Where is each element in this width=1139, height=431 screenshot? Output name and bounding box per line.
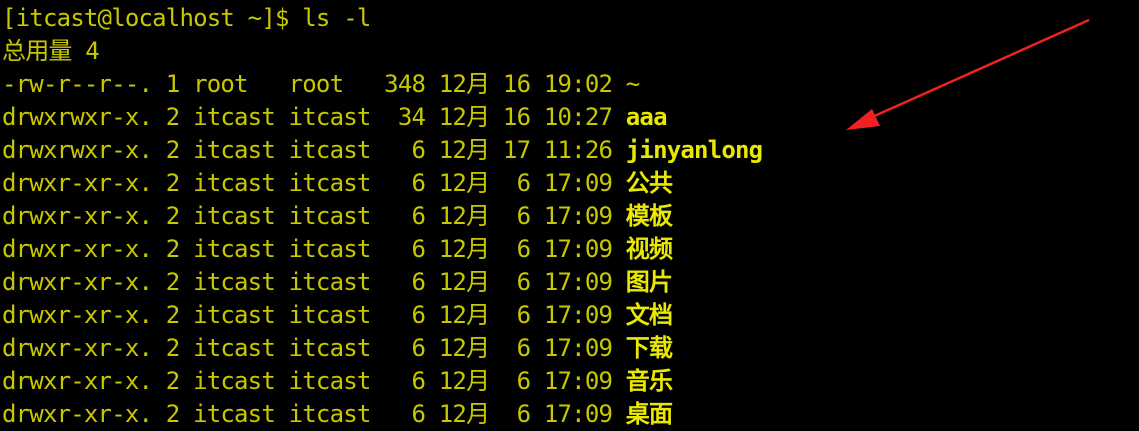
prompt-line: [itcast@localhost ~]$ ls -l	[2, 4, 371, 32]
arrow-shaft	[869, 18, 1090, 120]
row-metadata: -rw-r--r--. 1 root root 348 12月 16 19:02	[2, 70, 626, 98]
listing-row: drwxr-xr-x. 2 itcast itcast 6 12月 6 17:0…	[2, 167, 673, 200]
row-metadata: drwxr-xr-x. 2 itcast itcast 6 12月 6 17:0…	[2, 235, 626, 263]
terminal-window[interactable]: [itcast@localhost ~]$ ls -l 总用量 4 -rw-r-…	[0, 0, 1139, 431]
listing-row: drwxr-xr-x. 2 itcast itcast 6 12月 6 17:0…	[2, 299, 673, 332]
file-name: 模板	[625, 202, 673, 230]
row-metadata: drwxr-xr-x. 2 itcast itcast 6 12月 6 17:0…	[2, 301, 626, 329]
arrow-head	[846, 109, 880, 130]
row-metadata: drwxr-xr-x. 2 itcast itcast 6 12月 6 17:0…	[2, 202, 626, 230]
listing-row: drwxr-xr-x. 2 itcast itcast 6 12月 6 17:0…	[2, 332, 673, 365]
row-metadata: drwxr-xr-x. 2 itcast itcast 6 12月 6 17:0…	[2, 400, 626, 428]
file-name: ~	[625, 70, 640, 98]
row-metadata: drwxr-xr-x. 2 itcast itcast 6 12月 6 17:0…	[2, 367, 626, 395]
listing-row: drwxr-xr-x. 2 itcast itcast 6 12月 6 17:0…	[2, 365, 673, 398]
file-name: 桌面	[625, 400, 673, 428]
row-metadata: drwxr-xr-x. 2 itcast itcast 6 12月 6 17:0…	[2, 268, 626, 296]
listing-row: -rw-r--r--. 1 root root 348 12月 16 19:02…	[2, 68, 640, 101]
row-metadata: drwxr-xr-x. 2 itcast itcast 6 12月 6 17:0…	[2, 334, 626, 362]
file-name: 视频	[625, 235, 673, 263]
file-name: 下载	[625, 334, 673, 362]
listing-row: drwxrwxr-x. 2 itcast itcast 34 12月 16 10…	[2, 101, 668, 134]
file-name: jinyanlong	[625, 136, 763, 164]
listing-row: drwxr-xr-x. 2 itcast itcast 6 12月 6 17:0…	[2, 398, 673, 431]
total-line: 总用量 4	[2, 37, 100, 65]
row-metadata: drwxrwxr-x. 2 itcast itcast 6 12月 17 11:…	[2, 136, 626, 164]
file-name: aaa	[625, 103, 668, 131]
file-name: 公共	[625, 169, 673, 197]
listing-row: drwxr-xr-x. 2 itcast itcast 6 12月 6 17:0…	[2, 233, 673, 266]
listing-row: drwxr-xr-x. 2 itcast itcast 6 12月 6 17:0…	[2, 200, 673, 233]
listing-row: drwxrwxr-x. 2 itcast itcast 6 12月 17 11:…	[2, 134, 763, 167]
row-metadata: drwxr-xr-x. 2 itcast itcast 6 12月 6 17:0…	[2, 169, 626, 197]
file-name: 文档	[625, 301, 673, 329]
file-name: 图片	[625, 268, 673, 296]
file-name: 音乐	[625, 367, 673, 395]
listing-row: drwxr-xr-x. 2 itcast itcast 6 12月 6 17:0…	[2, 266, 673, 299]
row-metadata: drwxrwxr-x. 2 itcast itcast 34 12月 16 10…	[2, 103, 626, 131]
